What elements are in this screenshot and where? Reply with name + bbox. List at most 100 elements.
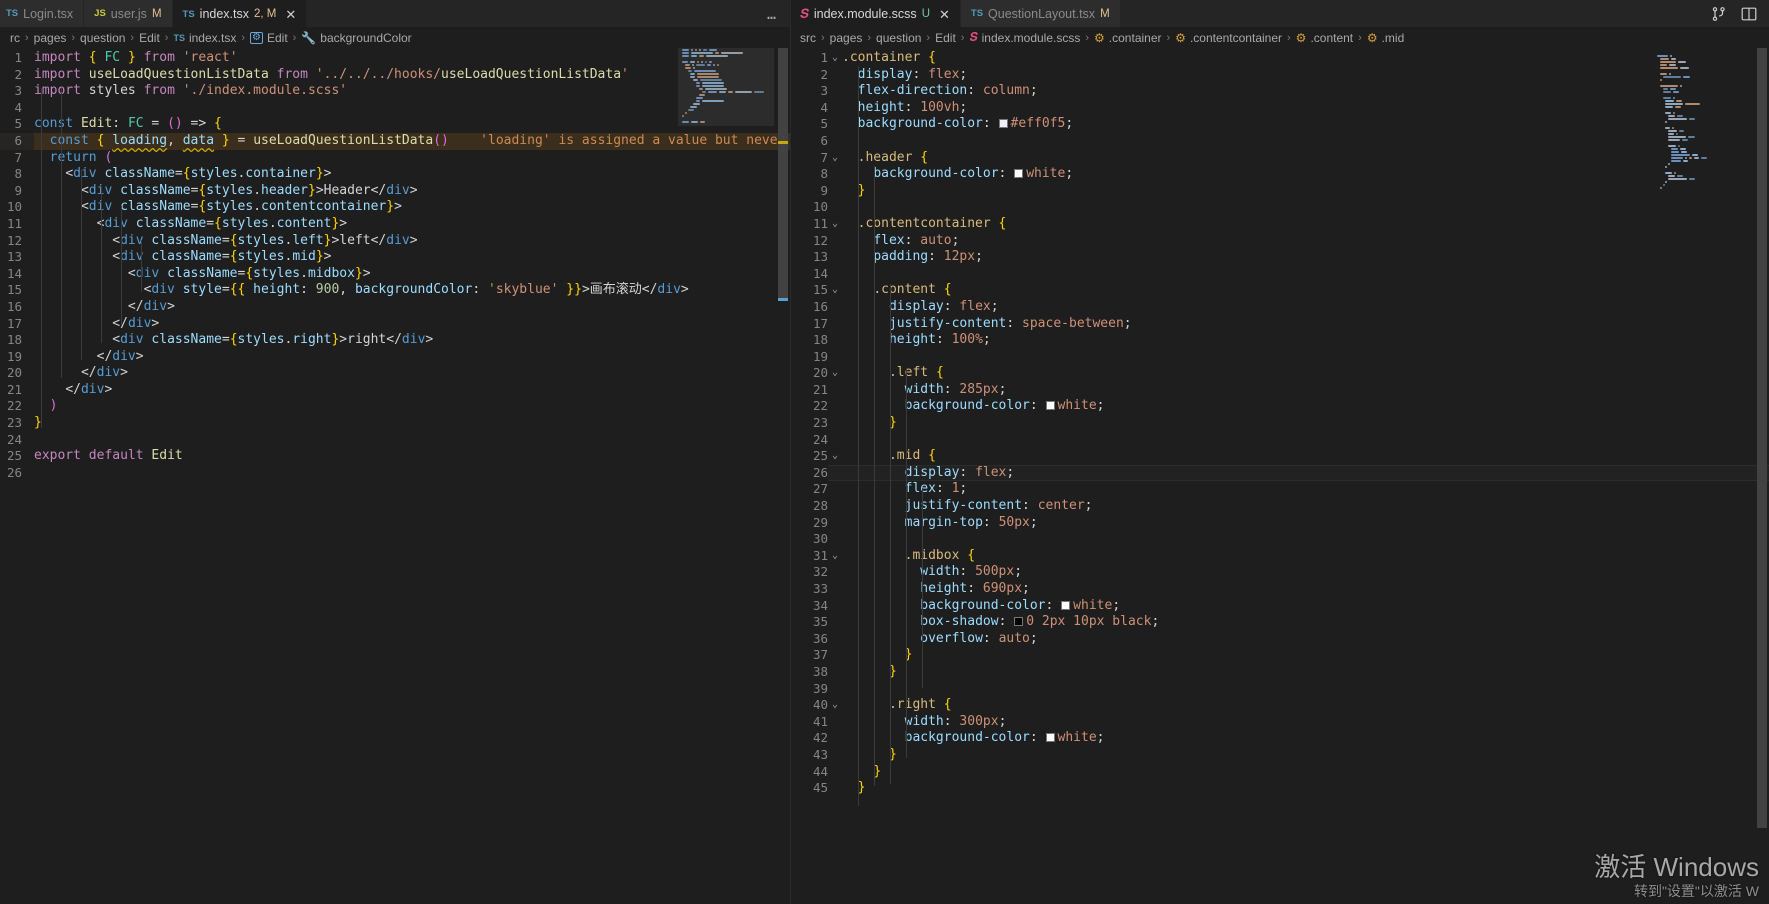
fold-chevron-down-icon[interactable]: ⌄: [832, 150, 838, 167]
code-line[interactable]: 13 padding: 12px;: [790, 249, 1769, 266]
code-line[interactable]: 35 box-shadow: 0 2px 10px black;: [790, 614, 1769, 631]
minimap-slider[interactable]: [678, 48, 774, 126]
code-line[interactable]: 22 background-color: white;: [790, 398, 1769, 415]
code-line[interactable]: 3 import styles from './index.module.scss…: [0, 83, 790, 100]
crumb-edit-folder[interactable]: Edit: [139, 31, 160, 45]
code-line[interactable]: 18 height: 100%;: [790, 332, 1769, 349]
code-line[interactable]: 16 display: flex;: [790, 299, 1769, 316]
crumb-index-tsx[interactable]: TS index.tsx: [173, 31, 236, 45]
tab-index-module-scss[interactable]: 𝑺 index.module.scss U ✕: [790, 0, 961, 27]
code-line[interactable]: 27 flex: 1;: [790, 481, 1769, 498]
code-line[interactable]: 32 width: 500px;: [790, 564, 1769, 581]
fold-chevron-down-icon[interactable]: ⌄: [832, 282, 838, 299]
tab-questionlayout-tsx[interactable]: TS QuestionLayout.tsx M: [960, 0, 1121, 27]
scrollbar-thumb[interactable]: [1757, 48, 1767, 828]
code-line[interactable]: 34 background-color: white;: [790, 598, 1769, 615]
code-line[interactable]: 45 }: [790, 780, 1769, 797]
code-line[interactable]: 10: [790, 199, 1769, 216]
code-line[interactable]: 8 background-color: white;: [790, 166, 1769, 183]
crumb-edit-folder[interactable]: Edit: [935, 31, 956, 45]
code-line[interactable]: 7 return (: [0, 150, 790, 167]
code-line[interactable]: 1 ⌄ .container {: [790, 50, 1769, 67]
code-line[interactable]: 20 </div>: [0, 365, 790, 382]
code-line[interactable]: 13 <div className={styles.mid}>: [0, 249, 790, 266]
code-line[interactable]: 39: [790, 681, 1769, 698]
code-line[interactable]: 17 </div>: [0, 316, 790, 333]
code-line[interactable]: 43 }: [790, 747, 1769, 764]
crumb-selector-mid[interactable]: ⚙ .mid: [1367, 31, 1404, 45]
editor-more-actions-button[interactable]: …: [753, 0, 790, 27]
crumb-src[interactable]: rc: [10, 31, 20, 45]
code-line[interactable]: 11 <div className={styles.content}>: [0, 216, 790, 233]
crumb-selector-container[interactable]: ⚙ .container: [1094, 31, 1161, 45]
code-line[interactable]: 42 background-color: white;: [790, 730, 1769, 747]
code-line[interactable]: 21 width: 285px;: [790, 382, 1769, 399]
editor-split-divider[interactable]: [790, 0, 791, 904]
crumb-symbol-edit[interactable]: ⚙ Edit: [250, 31, 288, 45]
code-line[interactable]: 14: [790, 266, 1769, 283]
crumb-question[interactable]: question: [80, 31, 125, 45]
crumb-pages[interactable]: pages: [34, 31, 67, 45]
minimap-right[interactable]: [1653, 54, 1751, 189]
code-line[interactable]: 25 ⌄ .mid {: [790, 448, 1769, 465]
close-icon[interactable]: ✕: [939, 8, 950, 21]
code-line[interactable]: 6: [790, 133, 1769, 150]
fold-chevron-down-icon[interactable]: ⌄: [832, 50, 838, 67]
code-line[interactable]: 19: [790, 349, 1769, 366]
code-line[interactable]: 3 flex-direction: column;: [790, 83, 1769, 100]
code-line[interactable]: 23 }: [790, 415, 1769, 432]
code-line[interactable]: 44 }: [790, 764, 1769, 781]
code-line[interactable]: 20 ⌄ .left {: [790, 365, 1769, 382]
crumb-pages[interactable]: pages: [830, 31, 863, 45]
crumb-index-module-scss[interactable]: 𝑺index.module.scss: [969, 30, 1080, 45]
code-line[interactable]: 40 ⌄ .right {: [790, 697, 1769, 714]
code-line[interactable]: 9 }: [790, 183, 1769, 200]
code-line[interactable]: 5 const Edit: FC = () => {: [0, 116, 790, 133]
tab-login-tsx[interactable]: TS Login.tsx: [0, 0, 85, 27]
crumb-question[interactable]: question: [876, 31, 921, 45]
code-line[interactable]: 26 display: flex;: [790, 464, 1769, 482]
code-line[interactable]: 14 <div className={styles.midbox}>: [0, 266, 790, 283]
code-line[interactable]: 36 overflow: auto;: [790, 631, 1769, 648]
split-editor-icon[interactable]: [1741, 6, 1757, 22]
code-line[interactable]: 17 justify-content: space-between;: [790, 316, 1769, 333]
code-editor-right[interactable]: 1 ⌄ .container {2 display: flex; 3 flex-dir…: [790, 48, 1769, 904]
code-line[interactable]: 5 background-color: #eff0f5;: [790, 116, 1769, 133]
code-line[interactable]: 2 display: flex;: [790, 67, 1769, 84]
code-line[interactable]: 19 </div>: [0, 349, 790, 366]
crumb-src[interactable]: src: [800, 31, 816, 45]
code-line[interactable]: 28 justify-content: center;: [790, 498, 1769, 515]
crumb-symbol-backgroundcolor[interactable]: 🔧 backgroundColor: [301, 31, 411, 45]
code-line[interactable]: 31 ⌄ .midbox {: [790, 548, 1769, 565]
code-line[interactable]: 37 }: [790, 647, 1769, 664]
crumb-selector-content[interactable]: ⚙ .content: [1296, 31, 1353, 45]
crumb-selector-contentcontainer[interactable]: ⚙ .contentcontainer: [1175, 31, 1282, 45]
code-line[interactable]: 15 <div style={{ height: 900, background…: [0, 282, 790, 299]
fold-chevron-down-icon[interactable]: ⌄: [832, 448, 838, 465]
code-line[interactable]: 1 import { FC } from 'react': [0, 50, 790, 67]
minimap-left[interactable]: [678, 48, 774, 126]
code-line[interactable]: 4: [0, 100, 790, 117]
tab-user-js[interactable]: JS user.js M: [84, 0, 173, 27]
scrollbar-right[interactable]: [1755, 48, 1769, 904]
code-line[interactable]: 8 <div className={styles.container}>: [0, 166, 790, 183]
code-line[interactable]: 22 ): [0, 398, 790, 415]
fold-chevron-down-icon[interactable]: ⌄: [832, 365, 838, 382]
code-line[interactable]: 41 width: 300px;: [790, 714, 1769, 731]
code-line[interactable]: 29 margin-top: 50px;: [790, 515, 1769, 532]
fold-chevron-down-icon[interactable]: ⌄: [832, 697, 838, 714]
code-line[interactable]: 15 ⌄ .content {: [790, 282, 1769, 299]
code-line[interactable]: 11 ⌄ .contentcontainer {: [790, 216, 1769, 233]
code-line[interactable]: 16 </div>: [0, 299, 790, 316]
fold-chevron-down-icon[interactable]: ⌄: [832, 548, 838, 565]
code-line[interactable]: 12 flex: auto;: [790, 233, 1769, 250]
code-line[interactable]: 38 }: [790, 664, 1769, 681]
tab-index-tsx[interactable]: TS index.tsx 2, M ✕: [172, 0, 308, 27]
code-line[interactable]: 30: [790, 531, 1769, 548]
code-line[interactable]: 24: [790, 432, 1769, 449]
code-line[interactable]: 24: [0, 432, 790, 449]
code-line[interactable]: 10 <div className={styles.contentcontain…: [0, 199, 790, 216]
code-line[interactable]: 2 import useLoadQuestionListData from '..…: [0, 67, 790, 84]
code-line[interactable]: 9 <div className={styles.header}>Header<…: [0, 183, 790, 200]
code-editor-left[interactable]: 1 import { FC } from 'react' 2 import useLo…: [0, 48, 790, 904]
